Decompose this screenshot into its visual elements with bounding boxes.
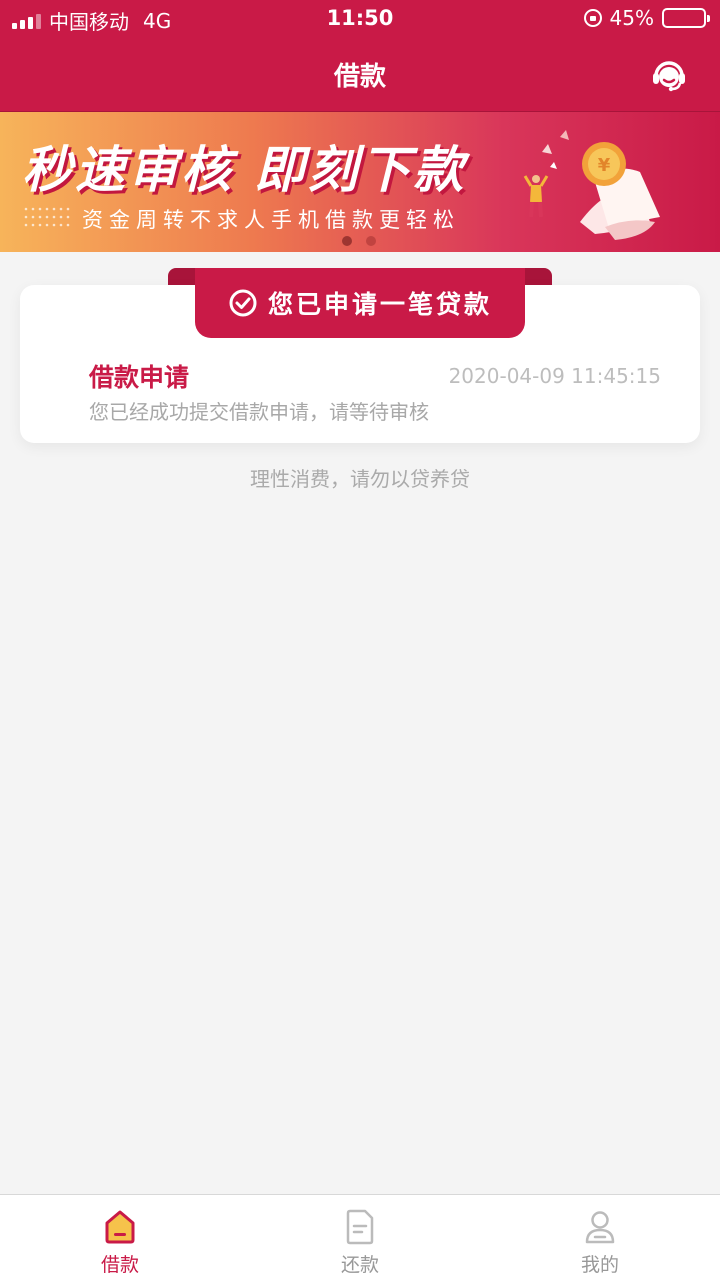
coin-illustration-icon: ¥: [523, 130, 660, 240]
tab-repay[interactable]: 还款: [240, 1195, 480, 1280]
customer-service-icon[interactable]: [650, 56, 688, 94]
responsible-borrowing-tip: 理性消费，请勿以贷养贷: [250, 467, 470, 491]
tab-label-borrow: 借款: [100, 1254, 139, 1276]
page-title: 借款: [333, 62, 386, 92]
coin-symbol: ¥: [598, 155, 611, 176]
tab-label-mine: 我的: [580, 1254, 619, 1276]
app-screen: 中国移动 4G 11:50 45% 借款 秒速审核 即刻下款 资金周转不求人手机…: [0, 0, 720, 1280]
status-right: 45%: [583, 6, 710, 30]
tab-bar: 借款 还款 我的: [0, 1194, 720, 1280]
pager-dot-2[interactable]: [366, 236, 376, 246]
application-ribbon: 您已申请一笔贷款: [195, 268, 525, 338]
status-bar: 中国移动 4G 11:50 45%: [0, 0, 720, 38]
document-icon: [346, 1209, 374, 1245]
promo-banner[interactable]: 秒速审核 即刻下款 资金周转不求人手机借款更轻松 ¥: [0, 112, 720, 252]
application-title: 借款申请: [89, 363, 190, 392]
tab-borrow[interactable]: 借款: [0, 1195, 240, 1280]
pager-dot-1[interactable]: [342, 236, 352, 246]
home-icon: [105, 1210, 135, 1244]
tab-label-repay: 还款: [340, 1254, 379, 1276]
user-icon: [585, 1211, 615, 1244]
banner-subtitle: 资金周转不求人手机借款更轻松: [82, 208, 460, 232]
application-description: 您已经成功提交借款申请，请等待审核: [89, 400, 429, 424]
orientation-lock-icon: [583, 9, 602, 27]
nav-bar: 借款: [0, 38, 720, 112]
banner-pager: [342, 236, 376, 246]
application-timestamp: 2020-04-09 11:45:15: [448, 364, 661, 388]
battery-icon: [662, 8, 710, 28]
check-circle-icon: [229, 289, 257, 317]
banner-headline: 秒速审核 即刻下款: [22, 141, 467, 199]
dots-decoration-icon: [24, 207, 70, 227]
tab-mine[interactable]: 我的: [480, 1195, 720, 1280]
battery-percent: 45%: [609, 6, 654, 30]
ribbon-text: 您已申请一笔贷款: [267, 290, 492, 319]
